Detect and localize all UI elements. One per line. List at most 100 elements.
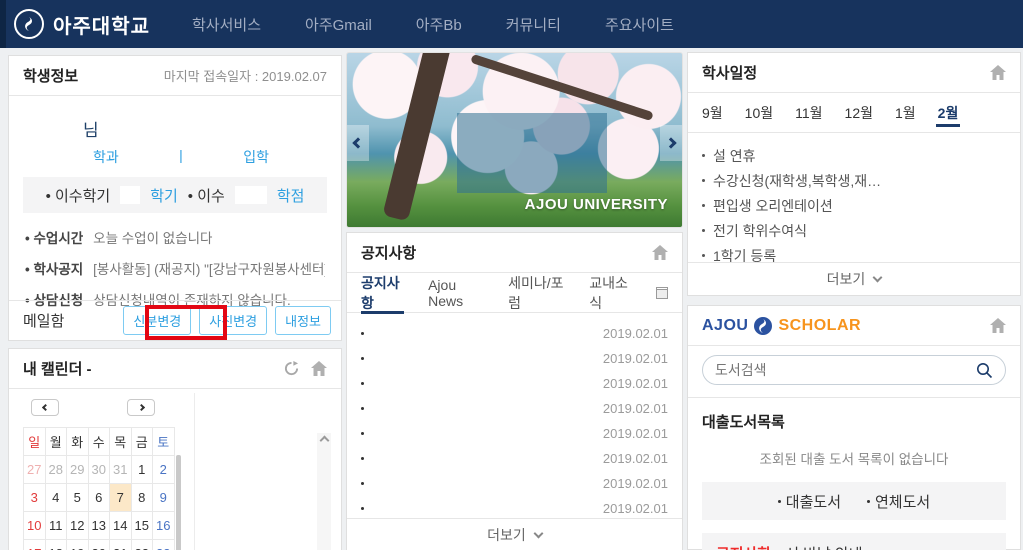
tab-loaned-books[interactable]: 대출도서 [778,491,841,512]
calendar-day-cell[interactable]: 27 [24,456,46,484]
photo-caption: AJOU UNIVERSITY [525,196,668,213]
calendar-prev-button[interactable] [31,399,59,416]
calendar-day-cell[interactable]: 2 [153,456,175,484]
notices-more-button[interactable]: 더보기 [347,518,682,550]
calendar-day-cell[interactable]: 28 [46,456,68,484]
calendar-day-cell[interactable]: 1 [132,456,154,484]
calendar-day-cell[interactable]: 19 [67,540,89,550]
ajou-scholar-logo[interactable]: AJOU SCHOLAR [702,316,861,336]
slider-prev-button[interactable] [347,125,369,161]
tab-seminar-forum[interactable]: 세미나/포럼 [508,273,565,313]
library-notice-row[interactable]: 공지사항 서 반납 안내 [702,533,1006,550]
photo-building [457,113,607,193]
tab-month-sep[interactable]: 9월 [702,93,723,133]
my-info-button[interactable]: 내정보 [275,306,331,335]
home-icon[interactable] [652,245,668,260]
tab-month-feb[interactable]: 2월 [938,93,959,133]
calendar-day-cell[interactable]: 12 [67,512,89,540]
calendar-day-cell[interactable]: 13 [89,512,111,540]
tab-ajou-news[interactable]: Ajou News [428,273,484,313]
calendar-day-cell[interactable]: 14 [110,512,132,540]
tab-month-nov[interactable]: 11월 [795,93,822,133]
academic-notice-row[interactable]: • 학사공지[봉사활동] (재공지) "[강남구자원봉사센터]… [25,258,325,278]
chevron-down-icon [533,529,543,539]
calendar-today-cell[interactable]: 7 [110,484,132,512]
home-icon[interactable] [311,361,327,376]
calendar-scrollbar-thumb[interactable] [176,455,181,550]
photo-tree-trunk [382,52,453,221]
calendar-day-cell[interactable]: 3 [24,484,46,512]
mailbox-label[interactable]: 메일함 [23,310,115,331]
notice-item[interactable]: 2019.02.01 [361,371,668,396]
notice-item[interactable]: 2019.02.01 [361,396,668,421]
calendar-day-cell[interactable]: 9 [153,484,175,512]
student-info-header: 학생정보 마지막 접속일자 : 2019.02.07 [9,56,341,96]
calendar-day-cell[interactable]: 17 [24,540,46,550]
schedule-item[interactable]: 편입생 오리엔테이션 [702,193,1006,218]
credit-unit: 학점 [277,185,305,206]
change-status-button[interactable]: 신분변경 [123,306,191,335]
slider-next-button[interactable] [660,125,682,161]
university-name: 아주대학교 [53,10,150,39]
calendar-day-cell[interactable]: 5 [67,484,89,512]
menu-item-community[interactable]: 커뮤니티 [506,14,561,35]
notice-item[interactable]: 2019.02.01 [361,446,668,471]
tab-month-oct[interactable]: 10월 [745,93,773,133]
my-calendar-header: 내 캘린더 - [9,349,341,389]
notice-item[interactable]: 2019.02.01 [361,421,668,446]
menu-item-gmail[interactable]: 아주Gmail [305,14,372,35]
schedule-item[interactable]: 설 연휴 [702,143,1006,168]
semester-value [120,186,140,204]
student-name-line: 님 [9,116,341,141]
panel-scrollbar[interactable] [317,433,331,550]
calendar-day-cell[interactable]: 11 [46,512,68,540]
month-tab-bar: 9월 10월 11월 12월 1월 2월 [688,93,1020,133]
home-icon[interactable] [990,65,1006,80]
calendar-day-cell[interactable]: 30 [89,456,111,484]
change-photo-button[interactable]: 사진변경 [199,306,267,335]
notice-item[interactable]: 2019.02.01 [361,321,668,346]
tab-overdue-books[interactable]: 연체도서 [867,491,930,512]
calendar-day-cell[interactable]: 4 [46,484,68,512]
calendar-day-cell[interactable]: 16 [153,512,175,540]
home-icon[interactable] [990,318,1006,333]
schedule-more-button[interactable]: 더보기 [688,262,1020,295]
calendar-day-cell[interactable]: 18 [46,540,68,550]
open-window-icon[interactable] [656,287,668,299]
refresh-icon[interactable] [284,361,299,376]
calendar-day-cell[interactable]: 23 [153,540,175,550]
dept-label: 학과 [93,147,119,167]
tab-month-jan[interactable]: 1월 [895,93,916,133]
calendar-day-cell[interactable]: 15 [132,512,154,540]
schedule-item[interactable]: 전기 학위수여식 [702,218,1006,243]
campus-photo-slider: AJOU UNIVERSITY [346,52,683,228]
calendar-day-cell[interactable]: 10 [24,512,46,540]
notice-item[interactable]: 2019.02.01 [361,346,668,371]
calendar-day-cell[interactable]: 20 [89,540,111,550]
calendar-day-cell[interactable]: 21 [110,540,132,550]
chevron-down-icon [873,273,883,283]
university-logo[interactable]: 아주대학교 [0,9,150,39]
calendar-day-cell[interactable]: 8 [132,484,154,512]
notices-title: 공지사항 [361,242,416,263]
tab-campus-news[interactable]: 교내소식 [589,273,632,313]
semester-credit-box: • 이수학기 학기 • 이수 학점 [23,177,327,213]
book-search-input[interactable] [715,362,976,378]
search-icon[interactable] [976,362,993,379]
schedule-item[interactable]: 수강신청(재학생,복학생,재… [702,168,1006,193]
tab-notices[interactable]: 공지사항 [361,273,404,313]
student-info-panel: 학생정보 마지막 접속일자 : 2019.02.07 님 학과 | 입학 • 이… [8,55,342,341]
calendar-day-cell[interactable]: 31 [110,456,132,484]
calendar-day-cell[interactable]: 6 [89,484,111,512]
menu-item-academic-services[interactable]: 학사서비스 [192,14,261,35]
calendar-body: 일 월 화 수 목 금 토 27 28 29 30 31 1 2 3 4 5 6… [9,389,341,550]
tab-month-dec[interactable]: 12월 [845,93,873,133]
calendar-next-button[interactable] [127,399,155,416]
student-info-rows: • 수업시간오늘 수업이 없습니다 • 학사공지[봉사활동] (재공지) "[강… [9,213,341,309]
calendar-day-cell[interactable]: 29 [67,456,89,484]
menu-item-bb[interactable]: 아주Bb [416,14,462,35]
notices-header: 공지사항 [347,233,682,273]
calendar-day-cell[interactable]: 22 [132,540,154,550]
menu-item-major-sites[interactable]: 주요사이트 [605,14,674,35]
notice-item[interactable]: 2019.02.01 [361,471,668,496]
